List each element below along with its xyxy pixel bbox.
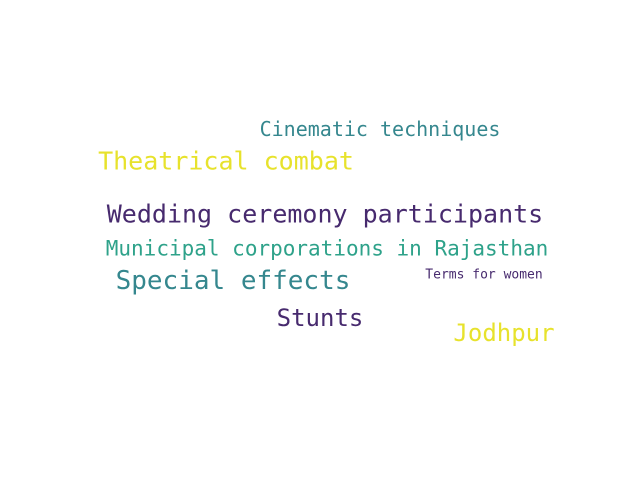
word-cinematic-techniques: Cinematic techniques	[259, 117, 501, 141]
word-special-effects: Special effects	[115, 266, 351, 296]
word-theatrical-combat: Theatrical combat	[98, 146, 354, 176]
word-stunts: Stunts	[276, 304, 364, 332]
word-municipal-corporations-in-rajasthan: Municipal corporations in Rajasthan	[105, 236, 549, 261]
word-cloud: Cinematic techniques Theatrical combat W…	[0, 0, 640, 480]
word-jodhpur: Jodhpur	[453, 319, 555, 347]
word-terms-for-women: Terms for women	[425, 267, 543, 283]
word-wedding-ceremony-participants: Wedding ceremony participants	[106, 199, 544, 229]
